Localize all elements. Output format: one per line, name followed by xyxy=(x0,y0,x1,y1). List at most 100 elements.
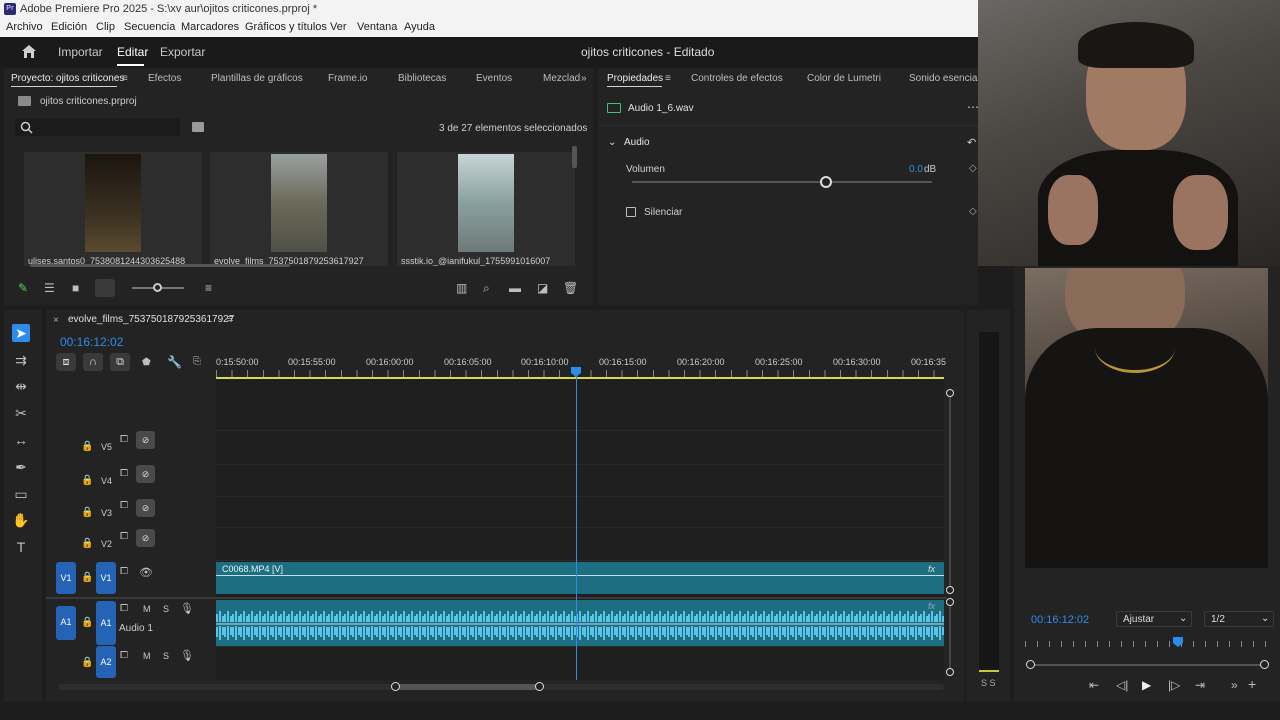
eye-hidden-icon[interactable]: ⊘ xyxy=(136,431,155,449)
meter-solo-buttons[interactable]: S S xyxy=(981,678,996,688)
fit-dropdown[interactable]: Ajustar ⌄ xyxy=(1116,611,1192,627)
menu-graficos[interactable]: Gráficos y títulos xyxy=(245,21,327,33)
video-clip[interactable]: C0068.MP4 [V] fx xyxy=(216,562,944,594)
source-patch-v1[interactable]: V1 xyxy=(56,562,76,594)
menu-marcadores[interactable]: Marcadores xyxy=(181,21,239,33)
new-folder-icon[interactable]: ▬ xyxy=(509,282,521,294)
add-button-icon[interactable]: + xyxy=(1248,677,1256,691)
track-select-tool-icon[interactable]: ⇉ xyxy=(12,351,30,369)
eye-hidden-icon[interactable]: ⊘ xyxy=(136,465,155,483)
menu-ventana[interactable]: Ventana xyxy=(357,21,397,33)
wrench-icon[interactable]: 🔧 xyxy=(167,356,182,368)
sequence-tab[interactable]: evolve_films_7537501879253617927 xyxy=(68,314,234,325)
lock-icon[interactable]: 🔒 xyxy=(81,617,93,629)
time-ruler[interactable]: 0:15:50:00 00:15:55:00 00:16:00:00 00:16… xyxy=(216,353,946,379)
import-tab[interactable]: Importar xyxy=(58,45,103,59)
tab-effect-controls[interactable]: Controles de efectos xyxy=(691,73,783,84)
new-item-icon[interactable]: ◪ xyxy=(537,282,548,294)
zoom-slider-handle[interactable] xyxy=(153,283,162,292)
rectangle-tool-icon[interactable]: ▭ xyxy=(12,485,30,503)
new-bin-icon[interactable] xyxy=(192,122,204,132)
audio-scrollbar-track[interactable] xyxy=(949,606,951,668)
clip-thumbnail-ulises[interactable]: ulises.santos0_7538081244303625488 xyxy=(24,152,202,266)
audio-clip[interactable]: fx xyxy=(216,600,944,646)
program-zoom-handle-left[interactable] xyxy=(1026,660,1035,669)
chevron-down-icon[interactable]: ⌄ xyxy=(608,137,616,148)
program-timecode[interactable]: 00:16:12:02 xyxy=(1031,614,1089,626)
program-zoom-bar[interactable] xyxy=(1030,664,1264,666)
panel-menu-icon[interactable]: ≡ xyxy=(122,73,128,84)
clip-thumbnail-ssstik[interactable]: ssstik.io_@ianifukul_1755991016007 xyxy=(397,152,575,266)
lock-icon[interactable]: 🔒 xyxy=(81,657,93,669)
razor-tool-icon[interactable]: ✂ xyxy=(12,404,30,422)
export-tab[interactable]: Exportar xyxy=(160,45,205,59)
sort-icon[interactable]: ≡ xyxy=(205,282,212,294)
more-controls-icon[interactable]: » xyxy=(1231,679,1238,691)
panel-menu-icon[interactable]: ≡ xyxy=(665,73,671,84)
more-tabs-icon[interactable]: » xyxy=(581,73,587,84)
playhead-line[interactable] xyxy=(576,376,577,680)
eye-hidden-icon[interactable]: ⊘ xyxy=(136,499,155,517)
vertical-scroll-handle[interactable] xyxy=(946,586,954,594)
reset-icon[interactable]: ↶ xyxy=(967,136,976,149)
vertical-scroll-handle[interactable] xyxy=(946,598,954,606)
hand-tool-icon[interactable]: ✋ xyxy=(12,511,30,529)
eye-hidden-icon[interactable]: ⊘ xyxy=(136,529,155,547)
zoom-handle-left[interactable] xyxy=(391,682,400,691)
sync-lock-icon[interactable]: ⧠ xyxy=(120,650,128,662)
source-patch-a1[interactable]: A1 xyxy=(56,606,76,640)
track-target-v1[interactable]: V1 xyxy=(96,562,116,594)
volume-slider[interactable] xyxy=(632,181,932,183)
sync-lock-icon[interactable]: ⧠ xyxy=(120,468,128,480)
icon-view-icon[interactable]: ■ xyxy=(72,282,79,294)
ripple-edit-tool-icon[interactable]: ⇹ xyxy=(12,377,30,395)
linked-selection-icon[interactable]: ⧉ xyxy=(110,353,130,371)
solo-track-button[interactable]: S xyxy=(163,651,169,661)
tab-project[interactable]: Proyecto: ojitos criticones xyxy=(11,73,124,84)
tab-lumetri[interactable]: Color de Lumetri xyxy=(807,73,881,84)
menu-ayuda[interactable]: Ayuda xyxy=(404,21,435,33)
trash-icon[interactable]: 🗑 xyxy=(563,282,578,294)
timeline-zoom-bar[interactable] xyxy=(395,684,540,690)
tab-mixer[interactable]: Mezclad xyxy=(543,73,580,84)
horizontal-scrollbar[interactable] xyxy=(30,264,290,267)
lock-icon[interactable]: 🔒 xyxy=(81,538,93,550)
freeform-view-button[interactable] xyxy=(95,279,115,297)
lock-icon[interactable]: 🔒 xyxy=(81,441,93,453)
edit-tab[interactable]: Editar xyxy=(117,45,148,59)
tab-events[interactable]: Eventos xyxy=(476,73,512,84)
go-to-in-icon[interactable]: ⇤ xyxy=(1089,679,1099,691)
zoom-handle-right[interactable] xyxy=(535,682,544,691)
go-to-out-icon[interactable]: ⇥ xyxy=(1195,679,1205,691)
sync-lock-icon[interactable]: ⧠ xyxy=(120,531,128,543)
program-ruler[interactable] xyxy=(1025,641,1268,647)
selection-tool-icon[interactable]: ➤ xyxy=(12,324,30,342)
automate-icon[interactable]: ▥ xyxy=(456,282,467,294)
sync-lock-icon[interactable]: ⧠ xyxy=(120,603,128,615)
keyframe-icon[interactable]: ◇ xyxy=(969,163,977,174)
find-icon[interactable]: ⌕ xyxy=(483,282,490,294)
lock-icon[interactable]: 🔒 xyxy=(81,507,93,519)
pen-tool-icon[interactable]: ✒ xyxy=(12,458,30,476)
volume-value[interactable]: 0.0 xyxy=(909,164,923,175)
step-forward-icon[interactable]: |▷ xyxy=(1168,679,1180,691)
microphone-icon[interactable]: 🎙 xyxy=(180,603,194,615)
eye-icon[interactable]: 👁 xyxy=(139,567,153,579)
panel-menu-icon[interactable]: ≡ xyxy=(227,313,233,325)
list-view-icon[interactable]: ☰ xyxy=(44,282,55,294)
tab-frameio[interactable]: Frame.io xyxy=(328,73,367,84)
tab-graphics-templates[interactable]: Plantillas de gráficos xyxy=(211,73,303,84)
timeline-timecode[interactable]: 00:16:12:02 xyxy=(60,335,123,349)
menu-ver[interactable]: Ver xyxy=(330,21,347,33)
lock-icon[interactable]: 🔒 xyxy=(81,475,93,487)
search-input[interactable] xyxy=(15,118,180,136)
vertical-scroll-handle[interactable] xyxy=(946,668,954,676)
play-icon[interactable]: ▶ xyxy=(1142,679,1151,691)
sync-lock-icon[interactable]: ⧠ xyxy=(120,500,128,512)
pencil-icon[interactable]: ✎ xyxy=(18,282,28,294)
menu-secuencia[interactable]: Secuencia xyxy=(124,21,175,33)
nest-sequence-icon[interactable]: ⧈ xyxy=(56,353,76,371)
solo-track-button[interactable]: S xyxy=(163,604,169,614)
sync-lock-icon[interactable]: ⧠ xyxy=(120,434,128,446)
mute-checkbox[interactable] xyxy=(626,207,636,217)
